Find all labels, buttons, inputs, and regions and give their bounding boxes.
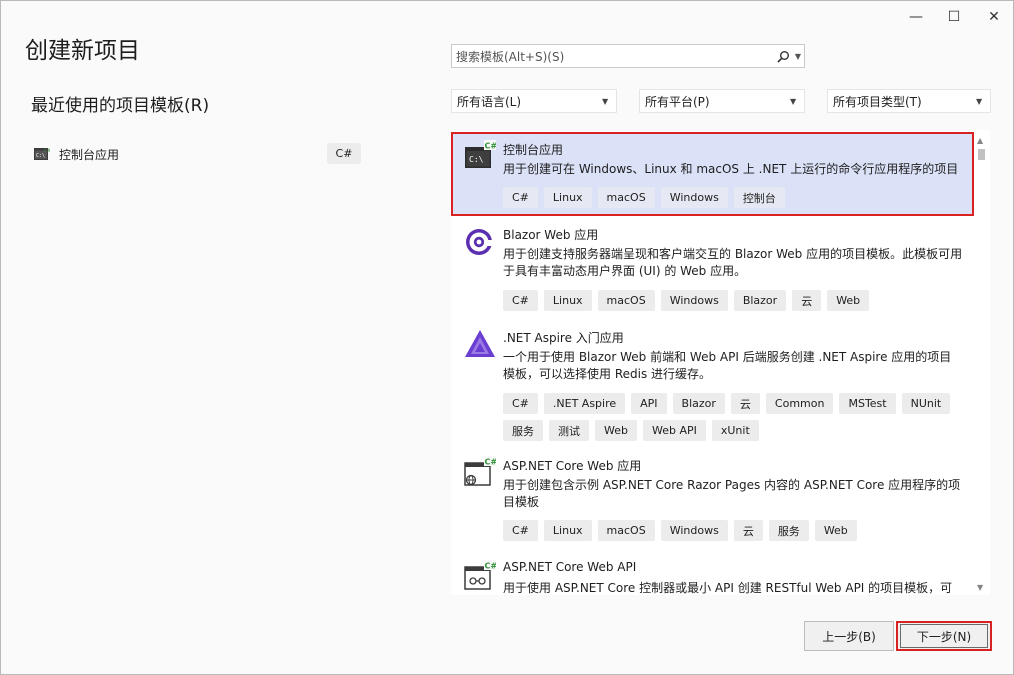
chevron-down-icon: ▼ [790, 96, 797, 106]
tag: C# [503, 520, 538, 541]
template-description: 用于创建包含示例 ASP.NET Core Razor Pages 内容的 AS… [503, 478, 961, 509]
tag: .NET Aspire [543, 393, 626, 414]
svg-text:C#: C# [485, 562, 497, 571]
aspnet-api-icon: C# [464, 560, 497, 592]
close-icon: ✕ [988, 9, 1000, 25]
template-name: 控制台应用 [503, 143, 564, 157]
project-type-filter-label: 所有项目类型(T) [833, 94, 922, 109]
page-title: 创建新项目 [25, 38, 140, 64]
tag: C# [503, 187, 538, 208]
tag: Common [765, 393, 834, 414]
back-button[interactable]: 上一步(B) [804, 621, 894, 651]
project-type-filter[interactable]: 所有项目类型(T) ▼ [827, 89, 991, 113]
tag: MSTest [839, 393, 896, 414]
console-app-icon: C:\ C# [464, 140, 497, 172]
tag: Web [827, 290, 870, 311]
template-name: Blazor Web 应用 [503, 228, 599, 242]
tag: 服务 [503, 420, 543, 441]
template-search-box[interactable]: 搜索模板(Alt+S)(S) ▼ [451, 44, 805, 68]
scroll-down-icon[interactable]: ▼ [977, 583, 983, 592]
template-item-blazor[interactable]: Blazor Web 应用 用于创建支持服务器端呈现和客户端交互的 Blazor… [451, 218, 974, 318]
search-input[interactable]: 搜索模板(Alt+S)(S) [452, 48, 774, 65]
tag: Web [595, 420, 637, 441]
tag: 云 [733, 520, 763, 541]
template-item-aspnet-web[interactable]: C# ASP.NET Core Web 应用 用于创建包含示例 ASP.NET … [451, 450, 974, 550]
tag: C# [503, 290, 538, 311]
maximize-button[interactable]: ☐ [941, 7, 967, 27]
tag: Windows [660, 290, 728, 311]
tag: Blazor [733, 290, 787, 311]
tag: macOS [597, 520, 655, 541]
tag: Blazor [672, 393, 725, 414]
tag: NUnit [901, 393, 951, 414]
tag: Linux [543, 520, 592, 541]
tag: Linux [543, 290, 592, 311]
tag: 云 [792, 290, 822, 311]
template-name: ASP.NET Core Web API [503, 560, 637, 574]
tag: macOS [597, 290, 655, 311]
language-filter[interactable]: 所有语言(L) ▼ [451, 89, 617, 113]
tag: xUnit [711, 420, 759, 441]
recent-item-label: 控制台应用 [59, 147, 120, 162]
tag-list: C# Linux macOS Windows Blazor 云 Web [503, 290, 963, 311]
recent-item-console-app[interactable]: C:\ C# 控制台应用 C# [31, 143, 361, 165]
console-app-icon: C:\ C# [34, 147, 51, 161]
template-item-aspnet-api[interactable]: C# ASP.NET Core Web API 用于使用 ASP.NET Cor… [451, 554, 974, 595]
tag-list: C# .NET Aspire API Blazor 云 Common MSTes… [503, 393, 963, 441]
chevron-down-icon: ▼ [976, 96, 983, 106]
search-icon[interactable] [774, 47, 792, 65]
template-description: 一个用于使用 Blazor Web 前端和 Web API 后端服务创建 .NE… [503, 350, 952, 381]
template-description: 用于创建可在 Windows、Linux 和 macOS 上 .NET 上运行的… [503, 162, 959, 176]
svg-text:C#: C# [44, 148, 50, 154]
tag-list: C# Linux macOS Windows 云 服务 Web [503, 520, 963, 541]
tag: 服务 [768, 520, 809, 541]
tag: 云 [730, 393, 760, 414]
svg-text:C#: C# [485, 142, 497, 151]
tag: Linux [543, 187, 592, 208]
tag: 控制台 [733, 187, 785, 208]
tag: 测试 [549, 420, 589, 441]
platform-filter[interactable]: 所有平台(P) ▼ [639, 89, 805, 113]
template-list[interactable]: C:\ C# 控制台应用 用于创建可在 Windows、Linux 和 macO… [451, 130, 990, 595]
template-description: 用于创建支持服务器端呈现和客户端交互的 Blazor Web 应用的项目模板。此… [503, 247, 963, 278]
search-dropdown-icon[interactable]: ▼ [792, 52, 804, 61]
tag: macOS [597, 187, 655, 208]
minimize-icon: — [909, 9, 923, 25]
next-button[interactable]: 下一步(N) [896, 621, 992, 651]
next-button-label: 下一步(N) [900, 624, 988, 648]
template-description: 用于使用 ASP.NET Core 控制器或最小 API 创建 RESTful … [503, 581, 953, 595]
minimize-button[interactable]: — [903, 7, 929, 27]
scroll-up-icon[interactable]: ▲ [977, 136, 983, 145]
tag-list: C# Linux macOS Windows 控制台 [503, 187, 963, 208]
template-list-scrollbar[interactable]: ▲ ▼ [974, 130, 989, 595]
aspire-icon [464, 328, 496, 360]
template-item-console-app[interactable]: C:\ C# 控制台应用 用于创建可在 Windows、Linux 和 macO… [451, 132, 974, 216]
template-name: .NET Aspire 入门应用 [503, 331, 624, 345]
language-badge: C# [327, 143, 361, 164]
tag: API [631, 393, 667, 414]
template-item-aspire[interactable]: .NET Aspire 入门应用 一个用于使用 Blazor Web 前端和 W… [451, 322, 974, 444]
svg-text:C#: C# [485, 458, 497, 467]
scrollbar-thumb[interactable] [978, 149, 985, 160]
tag: C# [503, 393, 538, 414]
blazor-icon [464, 226, 496, 258]
template-name: ASP.NET Core Web 应用 [503, 459, 642, 473]
language-filter-label: 所有语言(L) [457, 94, 522, 109]
tag: Web API [642, 420, 706, 441]
create-project-window: — ☐ ✕ 创建新项目 最近使用的项目模板(R) C:\ C# 控制台应用 C#… [0, 0, 1014, 675]
chevron-down-icon: ▼ [602, 96, 609, 106]
maximize-icon: ☐ [947, 9, 961, 25]
aspnet-web-icon: C# [464, 456, 497, 488]
tag: Windows [660, 187, 728, 208]
tag: Web [814, 520, 857, 541]
close-button[interactable]: ✕ [981, 7, 1007, 27]
platform-filter-label: 所有平台(P) [645, 94, 710, 109]
tag: Windows [660, 520, 728, 541]
recent-templates-heading: 最近使用的项目模板(R) [31, 96, 210, 116]
svg-text:C:\: C:\ [469, 155, 484, 164]
